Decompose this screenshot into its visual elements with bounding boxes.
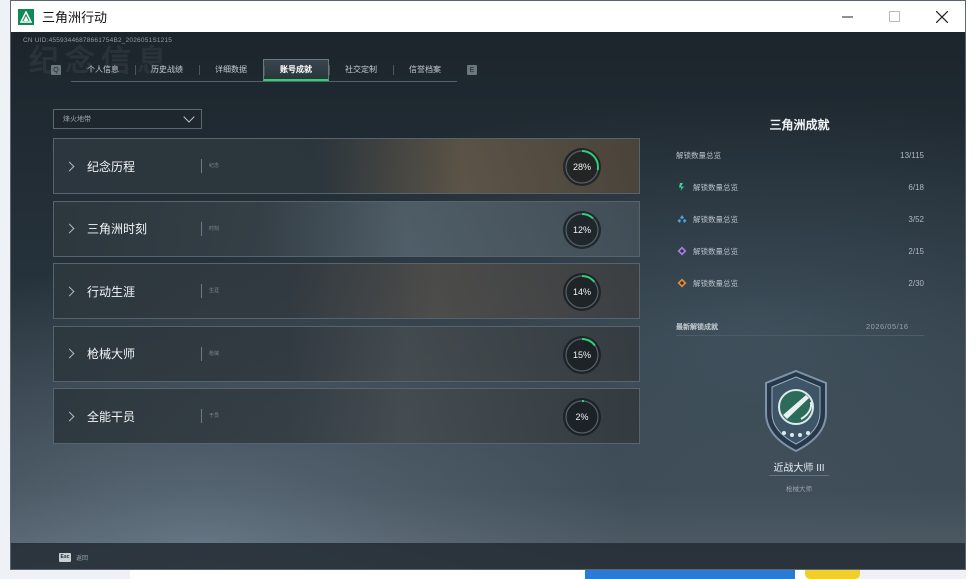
maximize-button[interactable] [871, 1, 918, 32]
progress-percent: 14% [572, 287, 591, 297]
badge-underline [769, 475, 829, 476]
back-label: 返回 [76, 555, 89, 562]
close-button[interactable] [918, 1, 965, 32]
progress-ring: 28% [563, 148, 601, 186]
row-background-image [54, 264, 639, 318]
latest-unlock-date: 2026/05/16 [866, 322, 909, 331]
tab-detailed-data[interactable]: 详细数据 [199, 59, 263, 81]
achievement-tag: 生涯 [209, 288, 220, 294]
achievement-row[interactable]: 行动生涯 生涯 14% [53, 263, 640, 319]
overall-unlock-value: 13/115 [900, 150, 924, 160]
row-divider [201, 159, 202, 173]
tier-value: 6/18 [908, 182, 924, 192]
user-uid: CN UID:45593446878661754B2_2026051S1215 [23, 37, 173, 44]
desktop-background-right [966, 0, 976, 579]
main-content: 纪念信息 CN UID:45593446878661754B2_2026051S… [11, 32, 965, 569]
panel-title: 三角洲成就 [769, 118, 830, 132]
progress-ring: 14% [563, 273, 601, 311]
prev-tab-key[interactable]: Q [51, 65, 61, 75]
tier-label: 解锁数量总览 [693, 182, 738, 192]
minimize-icon [842, 16, 853, 18]
progress-ring: 12% [563, 210, 601, 249]
tab-list: 个人信息 历史战绩 详细数据 账号成就 社交定制 信誉档案 [71, 58, 457, 82]
app-logo-icon [18, 8, 34, 25]
tier-value: 3/52 [908, 214, 924, 224]
close-icon [935, 10, 948, 23]
window-title: 三角洲行动 [42, 10, 108, 25]
tab-personal-info[interactable]: 个人信息 [71, 59, 135, 81]
esc-key-hint[interactable]: Esc [59, 552, 71, 562]
green-tier-icon [679, 183, 684, 191]
tier-label: 解锁数量总览 [693, 278, 738, 288]
achievement-tag: 纪念 [209, 163, 220, 169]
row-background-image [54, 389, 639, 443]
row-divider [201, 409, 202, 423]
purple-tier-icon [677, 246, 687, 256]
progress-ring: 2% [563, 398, 601, 436]
next-tab-key[interactable]: E [467, 65, 477, 75]
orange-tier-icon [677, 278, 687, 288]
title-bar: 三角洲行动 [11, 1, 965, 32]
panel-divider [676, 335, 924, 336]
row-background-image [54, 326, 639, 381]
tab-account-achievements[interactable]: 账号成就 [263, 58, 329, 81]
tab-navigation: Q 个人信息 历史战绩 详细数据 账号成就 社交定制 信誉档案 E [51, 58, 477, 82]
tab-match-history[interactable]: 历史战绩 [135, 59, 199, 81]
latest-unlock-label: 最新解锁成就 [676, 324, 718, 331]
tier-row-green: 解锁数量总览 6/18 [676, 179, 924, 195]
overall-unlock-label: 解锁数量总览 [676, 150, 721, 160]
tier-row-orange: 解锁数量总览 2/30 [676, 275, 924, 291]
achievement-row[interactable]: 枪械大师 枪械 15% [53, 325, 640, 382]
footer-bar: Esc 返回 [11, 543, 965, 569]
mode-filter-dropdown[interactable]: 烽火地带 [53, 109, 202, 129]
badge-category: 枪械大师 [786, 486, 812, 493]
row-background-image [54, 139, 639, 193]
tier-row-blue: 解锁数量总览 3/52 [676, 211, 924, 227]
window-controls [824, 1, 965, 32]
tier-value: 2/30 [908, 278, 924, 288]
tier-row-purple: 解锁数量总览 2/15 [676, 243, 924, 259]
achievement-category-list: 纪念历程 纪念 28% 三角洲时刻 时刻 12% 行动生涯 生涯 14% 枪械大… [53, 138, 640, 451]
chevron-down-icon [183, 111, 195, 123]
progress-ring: 15% [563, 335, 601, 374]
tier-label: 解锁数量总览 [693, 214, 738, 224]
achievement-tag: 枪械 [209, 350, 220, 357]
badge-name: 近战大师 III [773, 463, 825, 474]
achievement-tag: 时刻 [209, 225, 220, 232]
maximize-icon [889, 11, 900, 22]
minimize-button[interactable] [824, 1, 871, 32]
tab-social-custom[interactable]: 社交定制 [329, 59, 393, 81]
row-divider [201, 346, 202, 361]
tab-credit-record[interactable]: 信誉档案 [393, 59, 457, 81]
progress-percent: 2% [575, 412, 589, 422]
tier-value: 2/15 [908, 246, 924, 256]
overall-unlock-row: 解锁数量总览 13/115 [676, 147, 924, 163]
progress-percent: 28% [572, 162, 591, 172]
achievement-row[interactable]: 全能干员 干员 2% [53, 388, 640, 444]
achievement-name: 枪械大师 [87, 347, 136, 361]
melee-master-badge-icon [765, 369, 827, 453]
achievement-row[interactable]: 三角洲时刻 时刻 12% [53, 200, 640, 257]
blue-tier-icon [677, 215, 687, 223]
achievement-name: 全能干员 [87, 409, 136, 424]
achievement-tag: 干员 [209, 413, 220, 419]
achievement-row[interactable]: 纪念历程 纪念 28% [53, 138, 640, 194]
achievement-name: 行动生涯 [87, 284, 136, 299]
filter-value: 烽火地带 [63, 116, 91, 123]
achievement-badge[interactable] [756, 367, 836, 457]
achievement-name: 纪念历程 [87, 159, 136, 174]
progress-percent: 15% [572, 349, 591, 360]
tier-label: 解锁数量总览 [693, 246, 738, 256]
row-divider [201, 284, 202, 298]
achievement-name: 三角洲时刻 [87, 222, 148, 236]
progress-percent: 12% [572, 224, 591, 235]
app-window: 三角洲行动 纪念信息 CN UID:45593446878661754B2_20… [10, 0, 966, 570]
row-divider [201, 221, 202, 236]
